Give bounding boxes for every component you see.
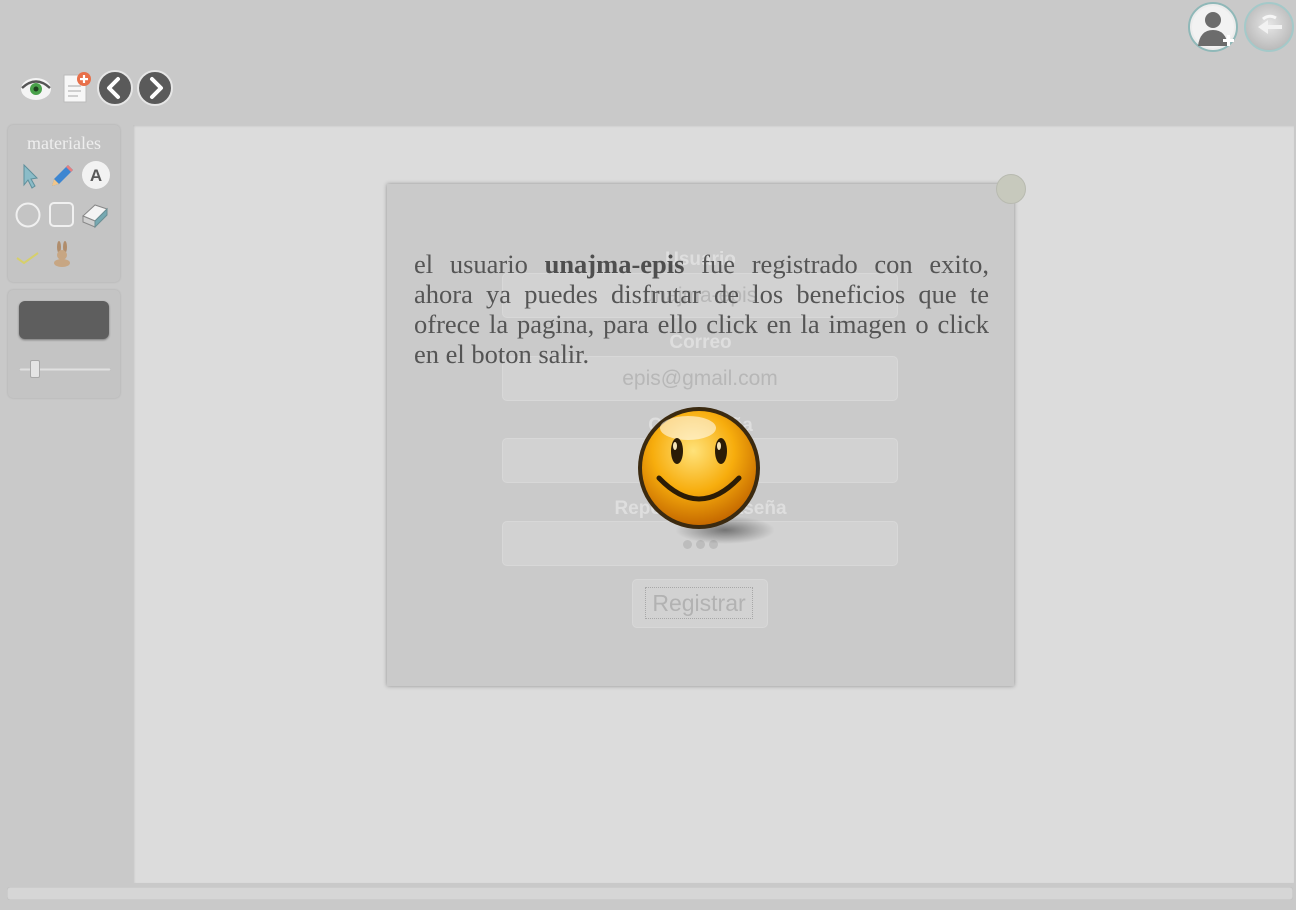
arrow-left-icon [97,70,133,106]
previous-page-button[interactable] [97,70,133,106]
add-user-button[interactable] [1188,2,1238,52]
circle-tool[interactable] [14,200,44,230]
register-button-wrap: Registrar [632,579,768,628]
success-message: el usuario unajma-epis fue registrado co… [414,249,989,369]
materials-panel: materiales A [8,125,120,282]
new-page-icon [63,72,91,103]
message-text-start: el usuario [414,249,545,279]
pencil-icon [52,165,73,186]
preview-button[interactable] [18,70,54,106]
pointer-tool[interactable] [14,161,44,191]
eraser-icon [82,204,108,229]
eye-icon [21,78,51,100]
svg-text:A: A [90,166,102,185]
materials-title: materiales [27,133,101,153]
exit-button[interactable] [1244,2,1294,52]
smiley-icon [638,407,775,544]
size-slider-thumb[interactable] [30,360,40,378]
add-user-icon [1192,6,1234,48]
check-tool[interactable] [13,242,43,272]
exit-icon [1258,14,1282,34]
next-page-button[interactable] [137,70,173,106]
check-icon [16,252,39,265]
new-page-button[interactable] [58,70,94,106]
rectangle-tool[interactable] [47,200,77,230]
circle-icon [15,202,41,228]
close-button[interactable] [996,174,1026,204]
eraser-tool[interactable] [80,199,110,229]
pointer-icon [23,163,39,189]
arrow-right-icon [137,70,173,106]
stamp-tool[interactable] [48,239,78,269]
text-icon: A [82,161,110,189]
pencil-tool[interactable] [46,161,76,191]
smiley-image[interactable] [631,402,776,552]
horizontal-scrollbar[interactable] [7,887,1293,900]
message-username: unajma-epis [544,249,685,279]
rounded-rect-icon [49,202,74,227]
text-tool[interactable]: A [81,160,111,190]
color-swatch[interactable] [19,301,109,339]
color-panel [8,290,120,398]
register-button[interactable]: Registrar [645,587,753,619]
rabbit-icon [54,241,70,267]
